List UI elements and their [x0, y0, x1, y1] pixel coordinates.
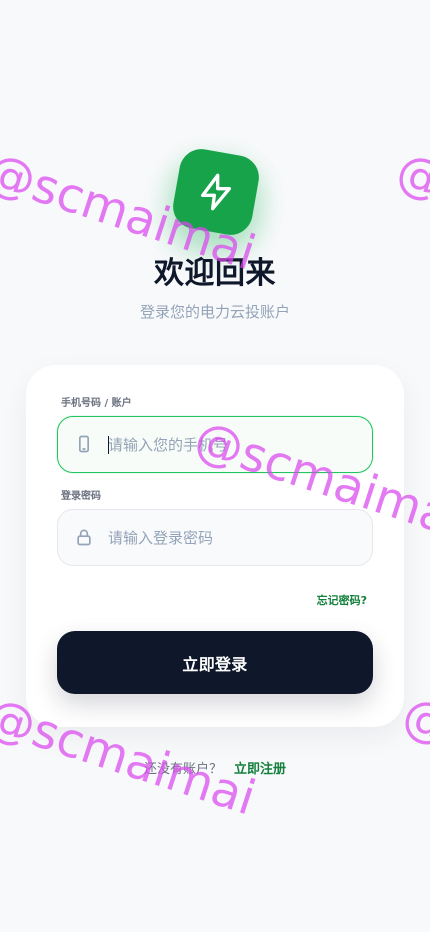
signup-link[interactable]: 立即注册 — [234, 762, 286, 777]
password-input[interactable] — [108, 510, 354, 565]
phone-field[interactable] — [57, 416, 373, 473]
text-caret — [108, 436, 109, 454]
forgot-password-link[interactable]: 忘记密码? — [317, 592, 367, 608]
password-field-label: 登录密码 — [61, 491, 101, 502]
page-title: 欢迎回来 — [154, 256, 276, 291]
phone-icon — [79, 435, 89, 453]
signup-prompt-text: 还没有账户？ — [143, 762, 222, 777]
signup-prompt: 还没有账户？ 立即注册 — [0, 761, 430, 779]
password-field[interactable] — [57, 509, 373, 566]
phone-input[interactable] — [108, 417, 354, 472]
phone-field-label: 手机号码 / 账户 — [61, 398, 132, 409]
watermark-text: @scmaimai — [395, 686, 430, 826]
lightning-bolt-icon — [201, 173, 231, 211]
app-logo — [169, 145, 263, 239]
page-subtitle: 登录您的电力云投账户 — [139, 303, 290, 321]
lock-icon — [77, 529, 91, 546]
login-button[interactable]: 立即登录 — [57, 631, 373, 694]
